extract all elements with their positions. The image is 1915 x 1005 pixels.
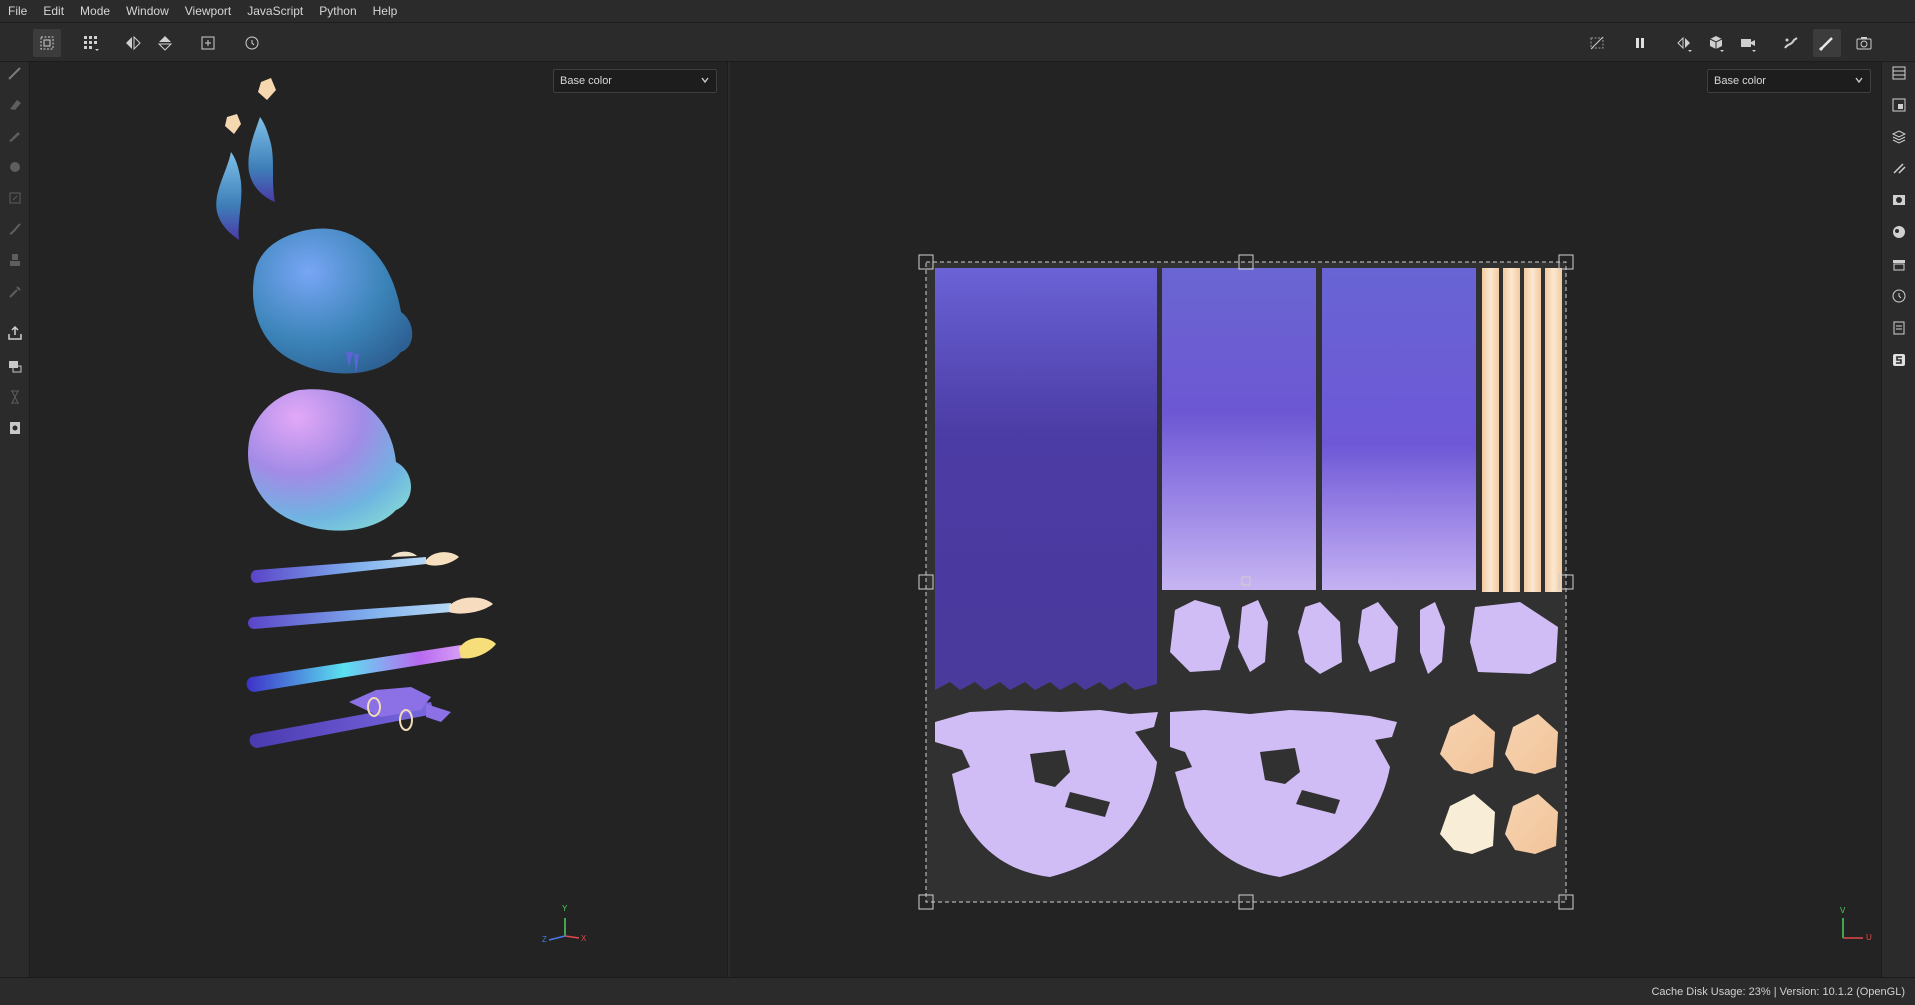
cube-dropdown-icon[interactable] bbox=[1702, 29, 1730, 57]
status-text: Cache Disk Usage: 23% | Version: 10.1.2 … bbox=[1651, 986, 1905, 998]
flip-horizontal-icon[interactable] bbox=[119, 29, 147, 57]
properties-icon[interactable] bbox=[1890, 159, 1908, 177]
assets-icon[interactable] bbox=[1890, 255, 1908, 273]
drop-shapes bbox=[216, 78, 276, 240]
menu-edit[interactable]: Edit bbox=[35, 4, 72, 18]
menu-help[interactable]: Help bbox=[365, 4, 406, 18]
document-icon[interactable] bbox=[6, 419, 24, 437]
tools-bar bbox=[0, 62, 30, 977]
color-picker-icon[interactable] bbox=[6, 282, 24, 300]
texture-set-settings-icon[interactable] bbox=[1890, 96, 1908, 114]
display-settings-icon[interactable] bbox=[1890, 191, 1908, 209]
history-icon[interactable] bbox=[1890, 287, 1908, 305]
substance-icon[interactable] bbox=[1890, 351, 1908, 369]
symmetry-dropdown-icon[interactable] bbox=[1670, 29, 1698, 57]
brush-icon[interactable] bbox=[6, 64, 24, 82]
clone-icon[interactable] bbox=[6, 251, 24, 269]
axis-label-x: X bbox=[581, 934, 587, 943]
pause-icon[interactable] bbox=[1626, 29, 1654, 57]
polygon-fill-icon[interactable] bbox=[6, 189, 24, 207]
projection-icon[interactable] bbox=[6, 126, 24, 144]
panels-bar bbox=[1881, 62, 1915, 977]
grid-dropdown-icon[interactable] bbox=[77, 29, 105, 57]
bake-icon[interactable] bbox=[1777, 29, 1805, 57]
mesh-preview bbox=[216, 78, 580, 941]
log-icon[interactable] bbox=[1890, 319, 1908, 337]
axis-label-v: V bbox=[1840, 906, 1846, 915]
screenshot-icon[interactable] bbox=[1850, 29, 1878, 57]
smudge-icon[interactable] bbox=[6, 220, 24, 238]
reset-view-icon[interactable] bbox=[238, 29, 266, 57]
purple-blob bbox=[248, 389, 411, 531]
layers-icon[interactable] bbox=[1890, 128, 1908, 146]
uv-select-icon[interactable] bbox=[33, 29, 61, 57]
eraser-icon[interactable] bbox=[6, 95, 24, 113]
brush-sticks bbox=[246, 551, 496, 748]
menu-javascript[interactable]: JavaScript bbox=[239, 4, 311, 18]
hide-icon[interactable] bbox=[1583, 29, 1611, 57]
hourglass-icon[interactable] bbox=[6, 388, 24, 406]
uv-layout bbox=[918, 254, 1863, 939]
menu-window[interactable]: Window bbox=[118, 4, 177, 18]
axis-gizmo-2d bbox=[1842, 918, 1863, 939]
bake-tool-icon[interactable] bbox=[6, 357, 24, 375]
status-bar: Cache Disk Usage: 23% | Version: 10.1.2 … bbox=[0, 977, 1915, 1005]
add-frame-icon[interactable] bbox=[194, 29, 222, 57]
menu-bar: File Edit Mode Window Viewport JavaScrip… bbox=[0, 0, 1915, 22]
axis-gizmo-3d bbox=[548, 918, 580, 941]
camera-dropdown-icon[interactable] bbox=[1734, 29, 1762, 57]
geometry-mask-icon[interactable] bbox=[6, 158, 24, 176]
layers-stack-icon[interactable] bbox=[1890, 64, 1908, 82]
paint-mode-icon[interactable] bbox=[1813, 29, 1841, 57]
viewport-2d[interactable]: Base color V U bbox=[730, 62, 1880, 977]
top-toolbar bbox=[0, 22, 1915, 62]
menu-file[interactable]: File bbox=[0, 4, 35, 18]
blue-blob bbox=[252, 228, 413, 374]
axis-label-y: Y bbox=[562, 904, 568, 913]
menu-mode[interactable]: Mode bbox=[72, 4, 118, 18]
viewport-3d[interactable]: Base color Y X Z bbox=[31, 62, 727, 977]
shelf-icon[interactable] bbox=[1890, 223, 1908, 241]
axis-label-z: Z bbox=[542, 935, 547, 944]
menu-viewport[interactable]: Viewport bbox=[177, 4, 239, 18]
flip-vertical-icon[interactable] bbox=[151, 29, 179, 57]
axis-label-u: U bbox=[1866, 933, 1872, 942]
export-dropdown-icon[interactable] bbox=[6, 324, 24, 342]
menu-python[interactable]: Python bbox=[311, 4, 364, 18]
